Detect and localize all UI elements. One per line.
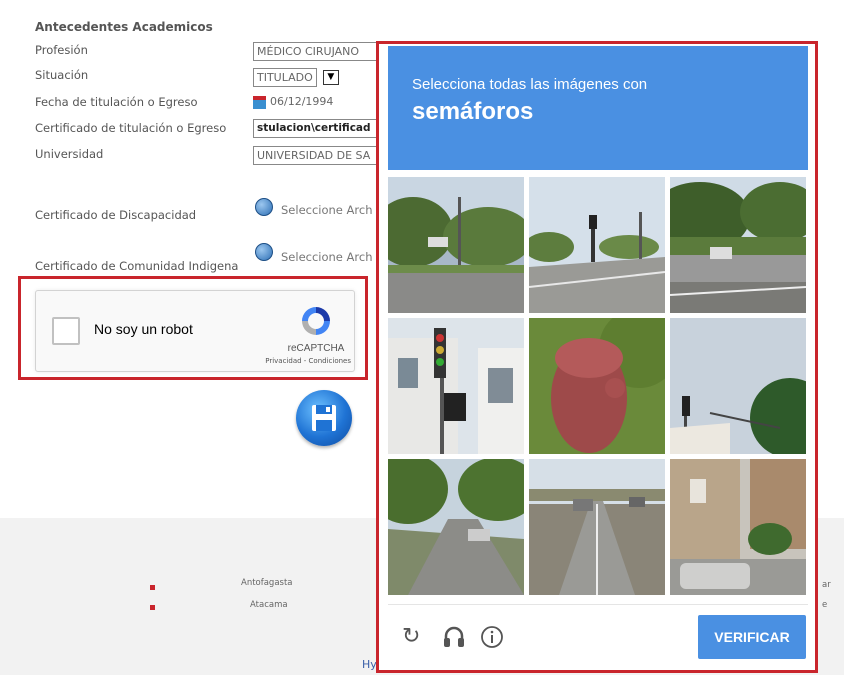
- profesion-field[interactable]: MÉDICO CIRUJANO: [253, 42, 378, 61]
- reload-icon[interactable]: ↻: [402, 625, 420, 649]
- challenge-prompt: Selecciona todas las imágenes con: [412, 76, 648, 93]
- recaptcha-widget: No soy un robot reCAPTCHA Privacidad - C…: [35, 290, 355, 372]
- chevron-down-icon[interactable]: ▼: [322, 70, 339, 85]
- challenge-object: semáforos: [412, 98, 534, 125]
- image-tile[interactable]: [388, 459, 524, 595]
- image-tile[interactable]: [388, 318, 524, 454]
- fecha-field[interactable]: 06/12/1994: [253, 93, 333, 110]
- label-discapacidad: Certificado de Discapacidad: [35, 208, 197, 222]
- footer-city-antofagasta[interactable]: Antofagasta: [241, 578, 293, 588]
- footer-edge-text: ar: [822, 580, 831, 590]
- verify-button[interactable]: VERIFICAR: [698, 615, 806, 659]
- recaptcha-brand: reCAPTCHA: [287, 343, 345, 354]
- label-profesion: Profesión: [35, 43, 88, 57]
- image-tile[interactable]: [670, 459, 806, 595]
- recaptcha-label: No soy un robot: [94, 321, 193, 337]
- situacion-select[interactable]: TITULADO ▼: [253, 67, 339, 87]
- floppy-disk-icon: [312, 405, 336, 431]
- footer-city-atacama[interactable]: Atacama: [250, 600, 288, 610]
- label-universidad: Universidad: [35, 147, 104, 161]
- label-certificado: Certificado de titulación o Egreso: [35, 121, 227, 135]
- fecha-value: 06/12/1994: [270, 95, 334, 108]
- save-button[interactable]: [296, 390, 352, 446]
- image-tile[interactable]: [529, 318, 665, 454]
- recaptcha-checkbox[interactable]: [52, 317, 80, 345]
- recaptcha-terms-link[interactable]: Privacidad - Condiciones: [261, 357, 351, 365]
- image-tile[interactable]: [529, 177, 665, 313]
- footer-bullet: [150, 605, 155, 610]
- label-indigena: Certificado de Comunidad Indigena: [35, 259, 239, 273]
- audio-icon[interactable]: [442, 625, 466, 649]
- challenge-header: Selecciona todas las imágenes con semáfo…: [388, 46, 808, 170]
- info-icon[interactable]: [480, 625, 504, 649]
- image-tile[interactable]: [670, 177, 806, 313]
- globe-icon: [255, 198, 273, 216]
- situacion-value: TITULADO: [253, 68, 317, 87]
- recaptcha-logo-icon: [298, 303, 334, 339]
- calendar-icon[interactable]: [253, 95, 266, 109]
- file-button-label: Seleccione Arch: [281, 250, 373, 264]
- globe-icon: [255, 243, 273, 261]
- footer-edge-text: e: [822, 600, 828, 610]
- label-fecha: Fecha de titulación o Egreso: [35, 95, 198, 109]
- challenge-controls: ↻ VERIFICAR: [388, 604, 808, 669]
- footer-bullet: [150, 585, 155, 590]
- section-title: Antecedentes Academicos: [35, 20, 213, 34]
- file-button-label: Seleccione Arch: [281, 203, 373, 217]
- image-tile[interactable]: [388, 177, 524, 313]
- image-tile[interactable]: [670, 318, 806, 454]
- image-tile[interactable]: [529, 459, 665, 595]
- label-situacion: Situación: [35, 68, 89, 82]
- certificado-field[interactable]: stulacion\certificad: [253, 119, 378, 138]
- universidad-field[interactable]: UNIVERSIDAD DE SA: [253, 146, 378, 165]
